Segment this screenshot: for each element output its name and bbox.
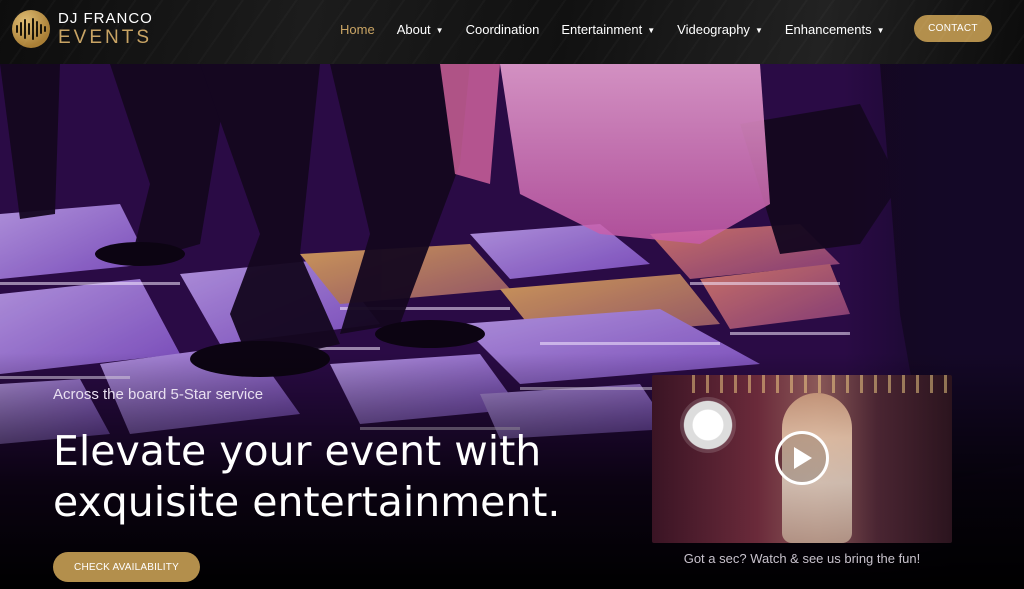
chevron-down-icon: ▼ <box>754 25 763 35</box>
hero-section: Across the board 5-Star service Elevate … <box>0 64 1024 589</box>
nav-item-label: Coordination <box>465 21 540 37</box>
nav-item-videography[interactable]: Videography ▼ <box>677 22 763 37</box>
string-lights <box>692 375 952 393</box>
chevron-down-icon: ▼ <box>435 25 444 35</box>
play-icon <box>794 447 812 469</box>
play-button[interactable] <box>775 431 829 485</box>
hero-headline-line1: Elevate your event with <box>53 427 542 475</box>
nav-item-label: Videography <box>677 21 750 37</box>
hero-headline-line2: exquisite entertainment. <box>53 478 561 526</box>
chevron-down-icon: ▼ <box>647 25 656 35</box>
nav-item-label: Home <box>340 21 375 37</box>
chevron-down-icon: ▼ <box>876 25 885 35</box>
nav-item-coordination[interactable]: Coordination <box>466 22 540 37</box>
contact-button[interactable]: CONTACT <box>914 15 992 42</box>
brand-logo[interactable]: DJ FRANCO EVENTS <box>12 10 153 48</box>
brand-line1: DJ FRANCO <box>58 10 153 27</box>
video-caption: Got a sec? Watch & see us bring the fun! <box>683 551 921 566</box>
nav-item-enhancements[interactable]: Enhancements ▼ <box>785 22 885 37</box>
nav-item-label: Entertainment <box>561 21 643 37</box>
check-availability-button[interactable]: CHECK AVAILABILITY <box>53 552 200 582</box>
brand-wordmark: DJ FRANCO EVENTS <box>58 11 153 47</box>
nav-item-home[interactable]: Home <box>340 22 375 37</box>
promo-video-thumbnail[interactable] <box>652 375 952 543</box>
hero-headline: Elevate your event with exquisite entert… <box>53 426 653 528</box>
site-header: DJ FRANCO EVENTS Home About ▼ Coordinati… <box>0 0 1024 64</box>
nav-item-label: About <box>396 21 431 37</box>
nav-item-entertainment[interactable]: Entertainment ▼ <box>561 22 655 37</box>
hero-tagline: Across the board 5-Star service <box>53 386 264 403</box>
brand-line2: EVENTS <box>58 27 153 48</box>
main-nav: Home About ▼ Coordination Entertainment … <box>340 0 907 58</box>
ring-light <box>680 397 736 453</box>
nav-item-about[interactable]: About ▼ <box>397 22 444 37</box>
equalizer-logo-icon <box>12 10 50 48</box>
nav-item-label: Enhancements <box>784 21 872 37</box>
